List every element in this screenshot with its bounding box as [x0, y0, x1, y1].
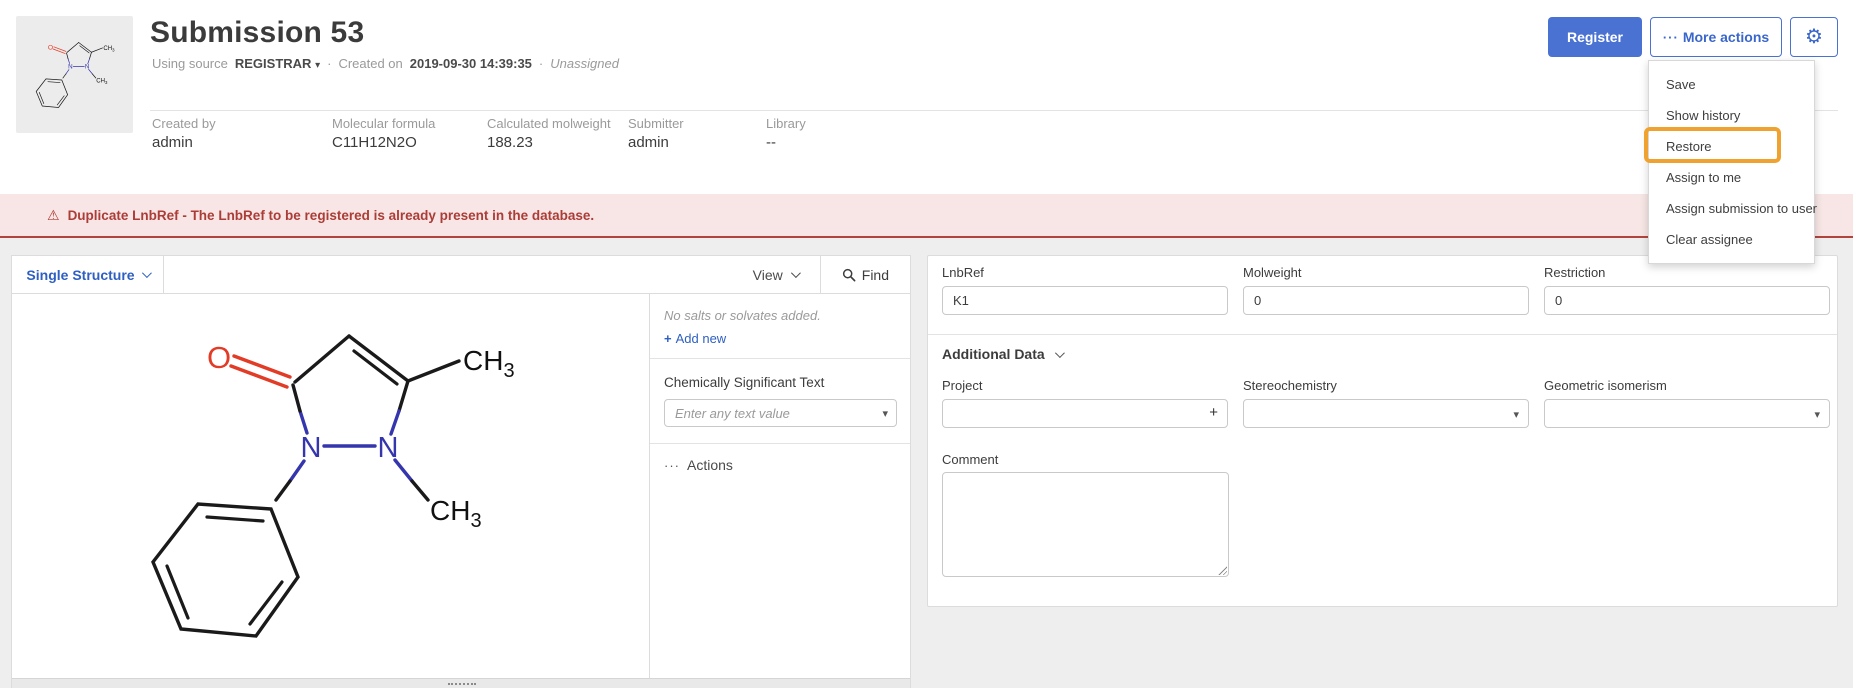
field-molweight: Molweight	[1243, 265, 1529, 315]
view-menu-button[interactable]: View	[731, 256, 820, 293]
separator-dot: ·	[327, 56, 331, 71]
warning-icon: ⚠	[47, 207, 60, 224]
ellipsis-icon: ···	[1663, 30, 1679, 45]
tab-single-structure[interactable]: Single Structure	[12, 256, 164, 293]
cst-input[interactable]	[664, 399, 897, 427]
project-input[interactable]	[943, 400, 1227, 427]
page-title: Submission 53	[150, 16, 364, 50]
divider	[650, 358, 910, 359]
add-project-icon[interactable]: +	[1209, 404, 1218, 421]
details-card: LnbRef Molweight Restriction Additional …	[927, 255, 1838, 607]
menu-item-assign-to-me[interactable]: Assign to me	[1649, 162, 1814, 193]
field-restriction: Restriction	[1544, 265, 1830, 315]
salts-note: No salts or solvates added.	[664, 308, 910, 323]
gear-icon: ⚙	[1805, 26, 1823, 48]
duplicate-warning-banner: ⚠ Duplicate LnbRef - The LnbRef to be re…	[0, 194, 1853, 238]
menu-item-show-history[interactable]: Show history	[1649, 100, 1814, 131]
menu-item-assign-submission-to-user[interactable]: Assign submission to user	[1649, 193, 1814, 224]
fields-row-1: LnbRef Molweight Restriction	[942, 265, 1830, 315]
find-button[interactable]: Find	[821, 256, 910, 293]
molweight-input[interactable]	[1244, 287, 1528, 314]
additional-data-toggle[interactable]: Additional Data	[942, 346, 1062, 362]
subtitle-row: Using source REGISTRAR ▾ · Created on 20…	[152, 56, 619, 71]
using-source-label: Using source	[152, 56, 228, 71]
ellipsis-icon: ···	[664, 458, 680, 473]
field-project: Project +	[942, 378, 1228, 428]
drag-handle-icon[interactable]	[448, 683, 476, 685]
field-geometric-isomerism: Geometric isomerism ▾	[1544, 378, 1830, 428]
header-divider	[150, 110, 1838, 111]
lnbref-input[interactable]	[943, 287, 1227, 314]
toolbar-spacer	[164, 256, 731, 293]
structure-thumbnail	[16, 16, 133, 133]
comment-label: Comment	[942, 452, 998, 467]
meta-library: Library --	[766, 116, 806, 151]
dropdown-caret-icon: ▾	[1814, 408, 1820, 421]
created-on-label: Created on	[338, 56, 402, 71]
add-new-link[interactable]: + Add new	[664, 331, 910, 346]
cst-label: Chemically Significant Text	[664, 375, 910, 390]
register-button[interactable]: Register	[1548, 17, 1642, 57]
molecule-structure-drawing	[92, 294, 572, 678]
metadata-row: Created by admin Molecular formula C11H1…	[152, 116, 806, 151]
meta-molecular-formula: Molecular formula C11H12N2O	[332, 116, 487, 151]
menu-item-save[interactable]: Save	[1649, 69, 1814, 100]
plus-icon: +	[664, 331, 672, 346]
caret-down-icon: ▾	[315, 60, 320, 71]
search-icon	[842, 268, 856, 282]
header: Submission 53 Using source REGISTRAR ▾ ·…	[0, 0, 1853, 194]
source-dropdown[interactable]: REGISTRAR ▾	[235, 56, 320, 71]
submission-page: Submission 53 Using source REGISTRAR ▾ ·…	[0, 0, 1853, 688]
menu-item-restore[interactable]: Restore	[1649, 131, 1814, 162]
fields-row-2: Project + Stereochemistry ▾ Geometric is…	[942, 378, 1830, 428]
meta-created-by: Created by admin	[152, 116, 332, 151]
assignee-status: Unassigned	[550, 56, 619, 71]
restriction-input[interactable]	[1545, 287, 1829, 314]
structure-toolbar: Single Structure View Find	[12, 256, 910, 294]
warning-text: Duplicate LnbRef - The LnbRef to be regi…	[68, 208, 595, 223]
actions-button[interactable]: ··· Actions	[664, 457, 910, 473]
chevron-down-icon	[1055, 348, 1065, 358]
canvas-resize-bar[interactable]	[12, 678, 910, 688]
stereochemistry-select[interactable]: ▾	[1243, 399, 1529, 428]
chevron-down-icon	[791, 268, 801, 278]
divider	[650, 443, 910, 444]
molecule-thumbnail-icon	[23, 27, 127, 123]
field-lnbref: LnbRef	[942, 265, 1228, 315]
geometric-isomerism-select[interactable]: ▾	[1544, 399, 1830, 428]
menu-item-clear-assignee[interactable]: Clear assignee	[1649, 224, 1814, 255]
more-actions-button[interactable]: ···More actions	[1650, 17, 1782, 57]
dropdown-caret-icon: ▾	[1513, 408, 1519, 421]
cst-input-wrap: ▾	[664, 399, 897, 427]
created-on-value: 2019-09-30 14:39:35	[410, 56, 532, 71]
separator-dot: ·	[539, 56, 543, 71]
structure-card: Single Structure View Find No salts or s…	[11, 255, 911, 688]
chevron-down-icon	[142, 268, 152, 278]
divider	[928, 334, 1837, 335]
structure-canvas[interactable]	[12, 294, 649, 678]
comment-textarea[interactable]	[942, 472, 1229, 577]
settings-button[interactable]: ⚙	[1790, 17, 1838, 57]
meta-submitter: Submitter admin	[628, 116, 766, 151]
field-stereochemistry: Stereochemistry ▾	[1243, 378, 1529, 428]
more-actions-menu: Save Show history Restore Assign to me A…	[1648, 60, 1815, 264]
structure-side-column: No salts or solvates added. + Add new Ch…	[650, 294, 910, 678]
meta-calculated-molweight: Calculated molweight 188.23	[487, 116, 628, 151]
